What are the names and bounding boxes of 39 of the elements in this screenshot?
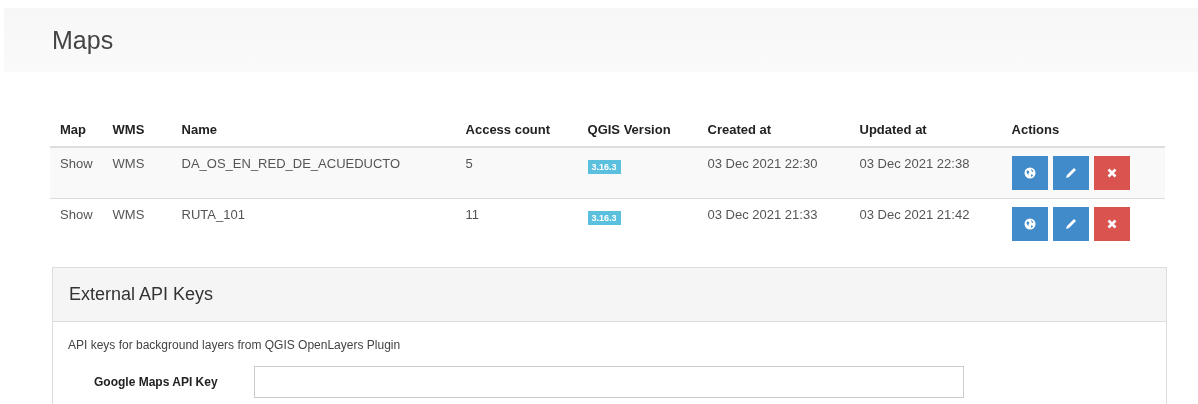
- table-cell: 11: [465, 207, 480, 222]
- table-cell: 03 Dec 2021 22:30: [707, 156, 818, 171]
- table-link[interactable]: Show: [60, 156, 93, 171]
- globe-icon: [1023, 218, 1036, 230]
- table-cell: 03 Dec 2021 21:33: [707, 207, 818, 222]
- edit-button[interactable]: [1052, 207, 1089, 241]
- table-link[interactable]: WMS: [112, 156, 145, 171]
- column-header: Access count: [465, 122, 551, 137]
- table-link[interactable]: WMS: [112, 207, 145, 222]
- page-title: Maps: [52, 25, 114, 55]
- table-cell: 5: [465, 156, 473, 171]
- pencil-icon: [1064, 218, 1077, 230]
- view-button[interactable]: [1011, 156, 1048, 190]
- table-cell: 03 Dec 2021 21:42: [859, 207, 970, 222]
- column-header: Map: [60, 122, 86, 137]
- field-label: Google Maps API Key: [93, 375, 219, 389]
- view-button[interactable]: [1011, 207, 1048, 241]
- panel-title: External API Keys: [69, 284, 214, 305]
- column-header: QGIS Version: [587, 122, 671, 137]
- table-link[interactable]: Show: [60, 207, 93, 222]
- table-cell: RUTA_101: [181, 207, 245, 222]
- panel-description: API keys for background layers from QGIS OpenLayers Plugin: [68, 338, 402, 352]
- globe-icon: [1023, 167, 1036, 179]
- delete-button[interactable]: [1093, 156, 1130, 190]
- version-badge: 3.16.3: [587, 160, 621, 174]
- close-icon: [1106, 168, 1117, 178]
- edit-button[interactable]: [1052, 156, 1089, 190]
- table-cell: DA_OS_EN_RED_DE_ACUEDUCTO: [181, 156, 401, 171]
- table-cell: 03 Dec 2021 22:38: [859, 156, 970, 171]
- api-key-field[interactable]: [254, 366, 964, 398]
- close-icon: [1106, 219, 1117, 229]
- pencil-icon: [1064, 167, 1077, 179]
- column-header: WMS: [112, 122, 145, 137]
- column-header: Created at: [707, 122, 772, 137]
- delete-button[interactable]: [1093, 207, 1130, 241]
- column-header: Name: [181, 122, 217, 137]
- version-badge: 3.16.3: [587, 211, 621, 225]
- column-header: Actions: [1011, 122, 1060, 137]
- column-header: Updated at: [859, 122, 927, 137]
